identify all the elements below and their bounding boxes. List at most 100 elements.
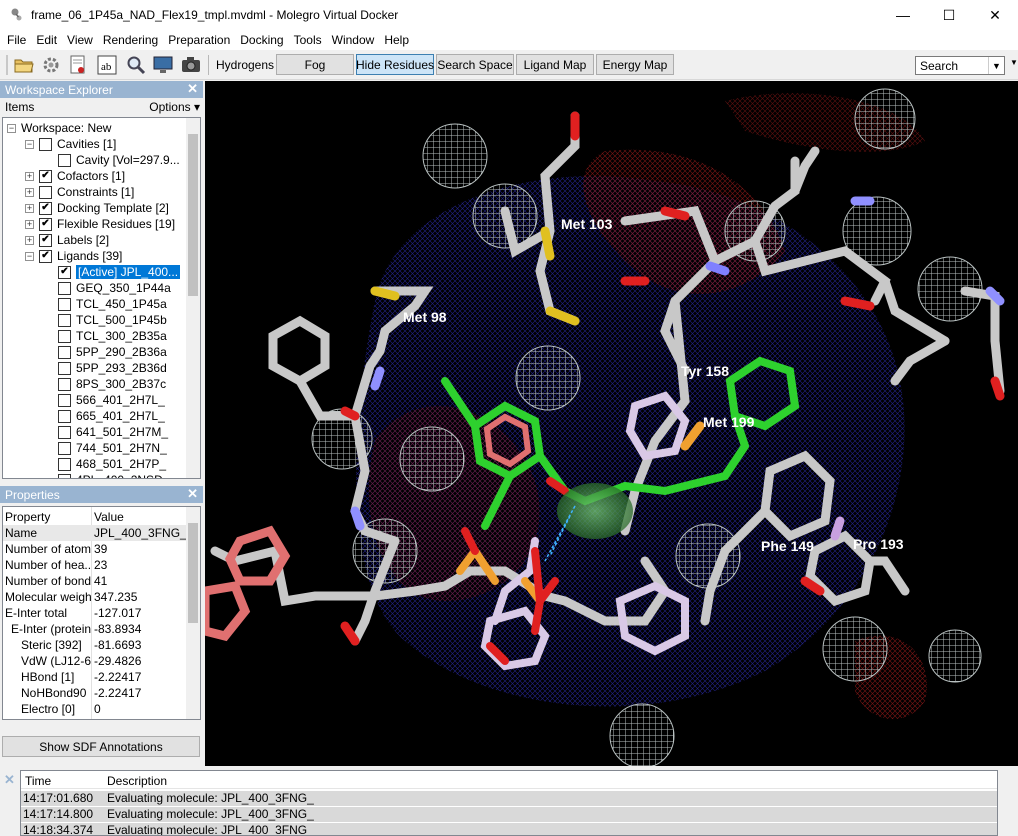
tree-scrollbar[interactable] — [186, 118, 200, 478]
show-sdf-annotations-button[interactable]: Show SDF Annotations — [2, 736, 200, 757]
checkbox[interactable] — [39, 185, 52, 199]
tree-node[interactable]: − Workspace: New — [7, 120, 111, 136]
tree-node[interactable]: 8PS_300_2B37c — [58, 376, 166, 392]
toolbar-overflow-icon[interactable]: ▼ — [1010, 58, 1018, 67]
menu-rendering[interactable]: Rendering — [98, 33, 163, 47]
checkbox[interactable] — [58, 313, 71, 327]
log-row[interactable]: 14:17:14.800 Evaluating molecule: JPL_400… — [21, 807, 997, 822]
property-row[interactable]: Number of bonds 41 — [3, 573, 186, 589]
property-row[interactable]: E-Inter (protein...-83.8934 — [3, 621, 186, 637]
tree-node[interactable]: TCL_450_1P45a — [58, 296, 167, 312]
energy-map-button[interactable]: Energy Map — [596, 54, 674, 75]
expand-icon[interactable]: + — [25, 171, 34, 181]
document-icon[interactable] — [67, 54, 89, 76]
checkbox[interactable] — [58, 393, 71, 407]
close-icon[interactable]: ✕ — [187, 81, 198, 97]
checkbox[interactable] — [58, 153, 71, 167]
checkbox[interactable] — [39, 137, 52, 151]
expand-icon[interactable]: + — [25, 235, 34, 245]
chevron-down-icon[interactable]: ▼ — [988, 57, 1004, 74]
menu-edit[interactable]: Edit — [31, 33, 62, 47]
checkbox[interactable] — [58, 345, 71, 359]
checkbox[interactable] — [58, 377, 71, 391]
gear-icon[interactable] — [40, 54, 62, 76]
close-window-button[interactable]: ✕ — [972, 0, 1018, 30]
menu-help[interactable]: Help — [379, 33, 414, 47]
tree-node[interactable]: + ✔ Docking Template [2] — [25, 200, 169, 216]
checkbox[interactable]: ✔ — [58, 265, 71, 279]
atom-label-icon[interactable]: ab — [96, 54, 118, 76]
property-row[interactable]: VdW (LJ12-6) -29.4826 — [3, 653, 186, 669]
checkbox[interactable]: ✔ — [39, 233, 52, 247]
property-grid[interactable]: Property Value Name JPL_400_3FNG_ Number o… — [2, 506, 201, 720]
magnifier-icon[interactable] — [125, 54, 147, 76]
log-row[interactable]: 14:18:34.374 Evaluating molecule: JPL_400… — [21, 823, 997, 835]
tree-node[interactable]: 5PP_290_2B36a — [58, 344, 167, 360]
menu-tools[interactable]: Tools — [289, 33, 327, 47]
tree-node[interactable]: Cavity [Vol=297.9... — [58, 152, 180, 168]
property-scrollbar[interactable] — [186, 507, 200, 719]
tree-node[interactable]: 566_401_2H7L_ — [58, 392, 165, 408]
hide-residues-button[interactable]: Hide Residues — [356, 54, 434, 75]
checkbox[interactable]: ✔ — [39, 217, 52, 231]
tree-node[interactable]: 665_401_2H7L_ — [58, 408, 165, 424]
tree-node[interactable]: − ✔ Ligands [39] — [25, 248, 122, 264]
checkbox[interactable] — [58, 425, 71, 439]
expand-icon[interactable]: + — [25, 219, 34, 229]
options-menu-button[interactable]: Options ▾ — [149, 100, 200, 114]
camera-icon[interactable] — [180, 54, 202, 76]
checkbox[interactable] — [58, 361, 71, 375]
ligand-map-button[interactable]: Ligand Map — [516, 54, 594, 75]
tree-node[interactable]: + Constraints [1] — [25, 184, 134, 200]
molecule-viewport[interactable]: Met 103 Met 98 Tyr 158 Met 199 Phe 149 P… — [205, 81, 1018, 766]
workspace-tree[interactable]: − Workspace: New − Cavities [1] Cavity [Vol=… — [2, 117, 201, 479]
menu-file[interactable]: File — [2, 33, 31, 47]
collapse-icon[interactable]: − — [25, 251, 34, 261]
checkbox[interactable] — [58, 473, 71, 478]
menu-preparation[interactable]: Preparation — [163, 33, 235, 47]
tree-node[interactable]: + ✔ Cofactors [1] — [25, 168, 125, 184]
checkbox[interactable] — [58, 297, 71, 311]
tree-node[interactable]: 744_501_2H7N_ — [58, 440, 167, 456]
log-list[interactable]: Time Description 14:17:01.680 Evaluating … — [20, 770, 998, 836]
tree-node[interactable]: + ✔ Flexible Residues [19] — [25, 216, 175, 232]
expand-icon[interactable]: + — [25, 203, 34, 213]
menu-docking[interactable]: Docking — [235, 33, 288, 47]
maximize-button[interactable]: ☐ — [926, 0, 972, 30]
property-row[interactable]: Number of atoms 39 — [3, 541, 186, 557]
tree-node[interactable]: ✔ [Active] JPL_400... — [58, 264, 181, 280]
checkbox[interactable] — [58, 441, 71, 455]
tree-node[interactable]: 641_501_2H7M_ — [58, 424, 168, 440]
property-row[interactable]: Number of hea... 23 — [3, 557, 186, 573]
tree-node[interactable]: TCL_500_1P45b — [58, 312, 167, 328]
tree-node[interactable]: GEQ_350_1P44a — [58, 280, 171, 296]
property-row[interactable]: HBond [1] -2.22417 — [3, 669, 186, 685]
search-space-button[interactable]: Search Space — [436, 54, 514, 75]
property-row[interactable]: ElectroLong ...0 — [3, 717, 186, 719]
expand-icon[interactable]: + — [25, 187, 34, 197]
checkbox[interactable] — [58, 409, 71, 423]
property-row[interactable]: NoHBond90 -2.22417 — [3, 685, 186, 701]
scrollbar-thumb[interactable] — [188, 523, 198, 623]
menu-view[interactable]: View — [62, 33, 98, 47]
tree-node[interactable]: − Cavities [1] — [25, 136, 116, 152]
tree-node[interactable]: 4PL_400_2NSD — [58, 472, 163, 478]
property-row[interactable]: Electro [0] 0 — [3, 701, 186, 717]
log-row[interactable]: 14:17:01.680 Evaluating molecule: JPL_400… — [21, 791, 997, 806]
property-row[interactable]: Name JPL_400_3FNG_ — [3, 525, 186, 541]
minimize-button[interactable]: — — [880, 0, 926, 30]
property-row[interactable]: Molecular weight 347.235 — [3, 589, 186, 605]
checkbox[interactable]: ✔ — [39, 249, 52, 263]
log-scrollbar[interactable] — [999, 770, 1016, 836]
tree-node[interactable]: + ✔ Labels [2] — [25, 232, 109, 248]
monitor-icon[interactable] — [152, 54, 174, 76]
collapse-icon[interactable]: − — [25, 139, 34, 149]
checkbox[interactable]: ✔ — [39, 201, 52, 215]
close-icon[interactable]: ✕ — [4, 772, 15, 788]
checkbox[interactable] — [58, 457, 71, 471]
scrollbar-thumb[interactable] — [188, 134, 198, 296]
checkbox[interactable]: ✔ — [39, 169, 52, 183]
property-row[interactable]: E-Inter total -127.017 — [3, 605, 186, 621]
checkbox[interactable] — [58, 281, 71, 295]
checkbox[interactable] — [58, 329, 71, 343]
